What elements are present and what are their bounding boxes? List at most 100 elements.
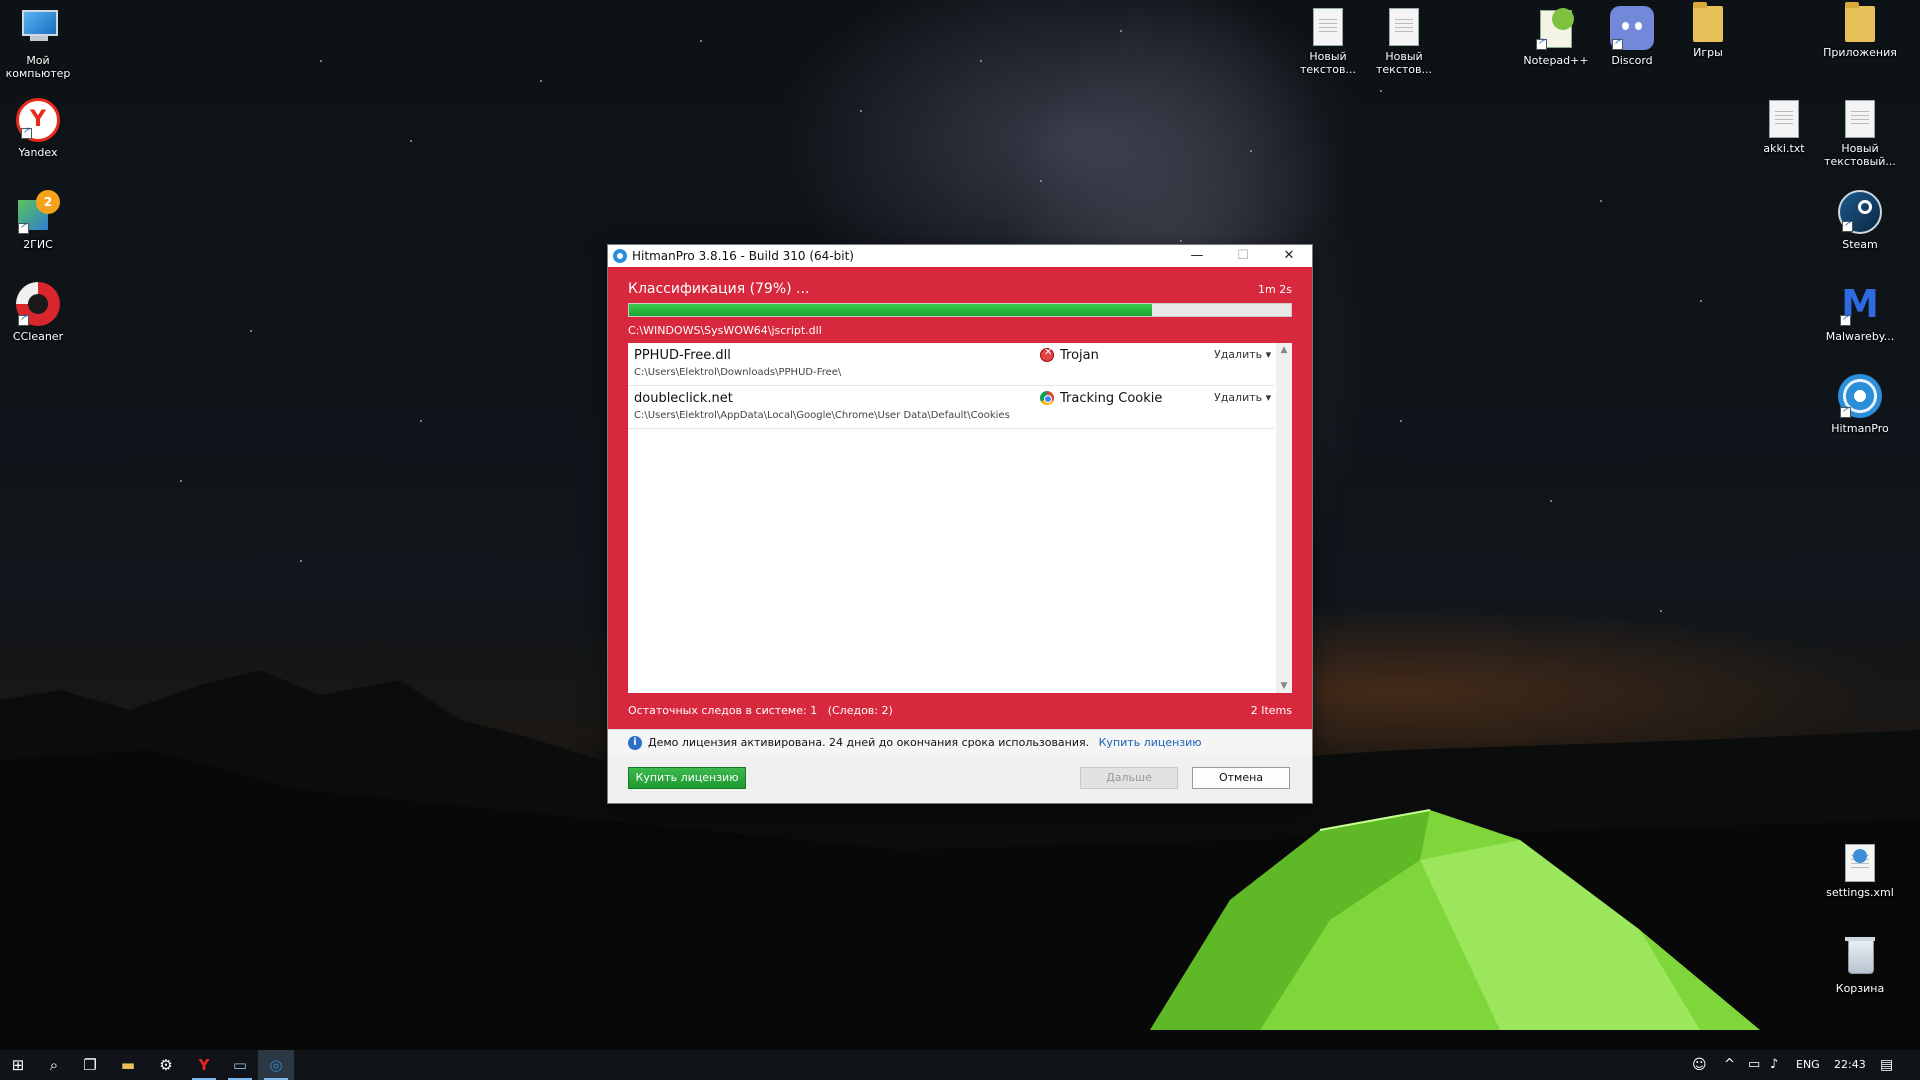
desktop-icon-settings-xml[interactable]: settings.xml — [1822, 842, 1898, 899]
clock[interactable]: 22:43 — [1834, 1050, 1866, 1080]
text-document-icon — [1389, 8, 1419, 46]
desktop-icon-label: Игры — [1693, 46, 1723, 59]
desktop-icon-label: HitmanPro — [1831, 422, 1889, 435]
result-row[interactable]: doubleclick.net C:\Users\Elektrol\AppDat… — [628, 386, 1274, 429]
desktop-icon-label: Yandex — [18, 146, 58, 159]
maximize-button[interactable]: ☐ — [1220, 245, 1266, 267]
scroll-down-arrow[interactable]: ▼ — [1276, 681, 1292, 691]
desktop-icon-malwarebytes[interactable]: M Malwareby... — [1822, 282, 1898, 343]
desktop-icon-recycle-bin[interactable]: Корзина — [1822, 934, 1898, 995]
desktop-icon-my-computer[interactable]: Мой компьютер — [0, 6, 76, 80]
desktop-icon-2gis[interactable]: 2 2ГИС — [0, 190, 76, 251]
folder-icon — [1845, 2, 1875, 42]
desktop-icon-label: 2ГИС — [23, 238, 53, 251]
text-document-icon — [1769, 100, 1799, 138]
buy-license-link[interactable]: Купить лицензию — [1099, 736, 1202, 749]
items-count: 2 Items — [1250, 704, 1292, 717]
desktop-icon-new-text-1[interactable]: Новый текстов... — [1290, 6, 1366, 76]
hitmanpro-window: HitmanPro 3.8.16 - Build 310 (64-bit) — … — [608, 245, 1312, 803]
network-icon[interactable]: ▭ — [1748, 1050, 1760, 1080]
desktop-icon-games-folder[interactable]: Игры — [1670, 2, 1746, 59]
desktop-icon-ccleaner[interactable]: CCleaner — [0, 282, 76, 343]
taskbar: ⊞ ⌕ ❐ ▬ ⚙ Y ▭ ◎ ☺ ^ ▭ ♪ ENG 22:43 ▤ — [0, 1050, 1920, 1080]
computer-icon — [16, 6, 60, 50]
folder-icon — [1693, 2, 1723, 42]
desktop-icon-steam[interactable]: Steam — [1822, 190, 1898, 251]
desktop-icon-label: Мой компьютер — [5, 54, 71, 80]
app-taskbar-icon[interactable]: ▭ — [222, 1050, 258, 1080]
buy-license-button[interactable]: Купить лицензию — [628, 767, 746, 789]
hitmanpro-icon — [1838, 374, 1882, 418]
xml-document-icon — [1845, 844, 1875, 882]
desktop-icon-new-text-2[interactable]: Новый текстов... — [1366, 6, 1442, 76]
file-explorer-icon[interactable]: ▬ — [110, 1050, 146, 1080]
desktop-icon-notepadpp[interactable]: Notepad++ — [1518, 6, 1594, 67]
next-button[interactable]: Дальше — [1080, 767, 1178, 789]
elapsed-time: 1m 2s — [1258, 283, 1292, 296]
desktop-icon-new-text-3[interactable]: Новый текстовый... — [1822, 98, 1898, 168]
info-icon: i — [628, 736, 642, 750]
chevron-up-icon[interactable]: ^ — [1724, 1050, 1735, 1080]
result-row[interactable]: PPHUD-Free.dll C:\Users\Elektrol\Downloa… — [628, 343, 1274, 386]
button-bar: Купить лицензию Дальше Отмена — [608, 755, 1312, 803]
hitmanpro-taskbar-icon[interactable]: ◎ — [258, 1050, 294, 1080]
people-icon[interactable]: ☺ — [1692, 1050, 1707, 1080]
results-list: PPHUD-Free.dll C:\Users\Elektrol\Downloa… — [628, 343, 1292, 693]
traces-summary: Остаточных следов в системе: 1 (Следов: … — [628, 704, 893, 717]
ccleaner-icon — [16, 282, 60, 326]
2gis-icon: 2 — [16, 190, 60, 234]
discord-icon — [1610, 6, 1654, 50]
current-file-path: C:\WINDOWS\SysWOW64\jscript.dll — [628, 324, 822, 337]
threat-type: Trojan — [1060, 348, 1099, 363]
desktop-icon-hitmanpro[interactable]: HitmanPro — [1822, 374, 1898, 435]
cancel-button[interactable]: Отмена — [1192, 767, 1290, 789]
desktop-icon-label: settings.xml — [1826, 886, 1894, 899]
action-dropdown[interactable]: Удалить ▾ — [1214, 391, 1271, 404]
desktop-icon-label: Корзина — [1835, 982, 1885, 995]
close-button[interactable]: ✕ — [1266, 245, 1312, 267]
text-document-icon — [1313, 8, 1343, 46]
recycle-bin-icon — [1838, 934, 1882, 978]
desktop-icon-discord[interactable]: Discord — [1594, 6, 1670, 67]
desktop-icon-label: Malwareby... — [1825, 330, 1895, 343]
trojan-icon: ✕ — [1040, 347, 1054, 362]
search-icon[interactable]: ⌕ — [36, 1050, 72, 1080]
desktop-icon-yandex[interactable]: Y Yandex — [0, 98, 76, 159]
progress-fill — [629, 304, 1152, 316]
result-name: doubleclick.net — [634, 391, 733, 406]
yandex-icon: Y — [16, 98, 60, 142]
desktop-icon-apps-folder[interactable]: Приложения — [1822, 2, 1898, 59]
notifications-icon[interactable]: ▤ — [1880, 1050, 1893, 1080]
desktop-icon-label: CCleaner — [12, 330, 64, 343]
yandex-taskbar-icon[interactable]: Y — [186, 1050, 222, 1080]
desktop-icon-label: Новый текстов... — [1300, 50, 1356, 76]
action-dropdown[interactable]: Удалить ▾ — [1214, 348, 1271, 361]
desktop-icon-label: Приложения — [1823, 46, 1897, 59]
scroll-up-arrow[interactable]: ▲ — [1276, 345, 1292, 355]
desktop-icon-akki[interactable]: akki.txt — [1746, 98, 1822, 155]
volume-icon[interactable]: ♪ — [1770, 1050, 1778, 1080]
license-info-bar: i Демо лицензия активирована. 24 дней до… — [608, 729, 1312, 755]
desktop-icon-label: Новый текстов... — [1376, 50, 1432, 76]
scan-status: Классификация (79%) ... — [628, 281, 810, 297]
scan-progress-bar — [628, 303, 1292, 317]
window-titlebar[interactable]: HitmanPro 3.8.16 - Build 310 (64-bit) — … — [608, 245, 1312, 267]
result-name: PPHUD-Free.dll — [634, 348, 731, 363]
language-indicator[interactable]: ENG — [1796, 1050, 1820, 1080]
minimize-button[interactable]: — — [1174, 245, 1220, 267]
results-scrollbar[interactable]: ▲ ▼ — [1276, 343, 1292, 693]
result-path: C:\Users\Elektrol\AppData\Local\Google\C… — [634, 410, 1010, 421]
license-info-text: Демо лицензия активирована. 24 дней до о… — [648, 736, 1090, 749]
steam-icon — [1838, 190, 1882, 234]
malwarebytes-icon: M — [1838, 282, 1882, 326]
threat-type: Tracking Cookie — [1060, 391, 1163, 406]
desktop-icon-label: Steam — [1842, 238, 1878, 251]
text-document-icon — [1845, 100, 1875, 138]
hitmanpro-icon — [613, 249, 627, 263]
window-title: HitmanPro 3.8.16 - Build 310 (64-bit) — [632, 249, 854, 263]
settings-icon[interactable]: ⚙ — [148, 1050, 184, 1080]
desktop-icon-label: akki.txt — [1763, 142, 1805, 155]
task-view-icon[interactable]: ❐ — [72, 1050, 108, 1080]
desktop-icon-label: Новый текстовый... — [1824, 142, 1896, 168]
start-button[interactable]: ⊞ — [0, 1050, 36, 1080]
